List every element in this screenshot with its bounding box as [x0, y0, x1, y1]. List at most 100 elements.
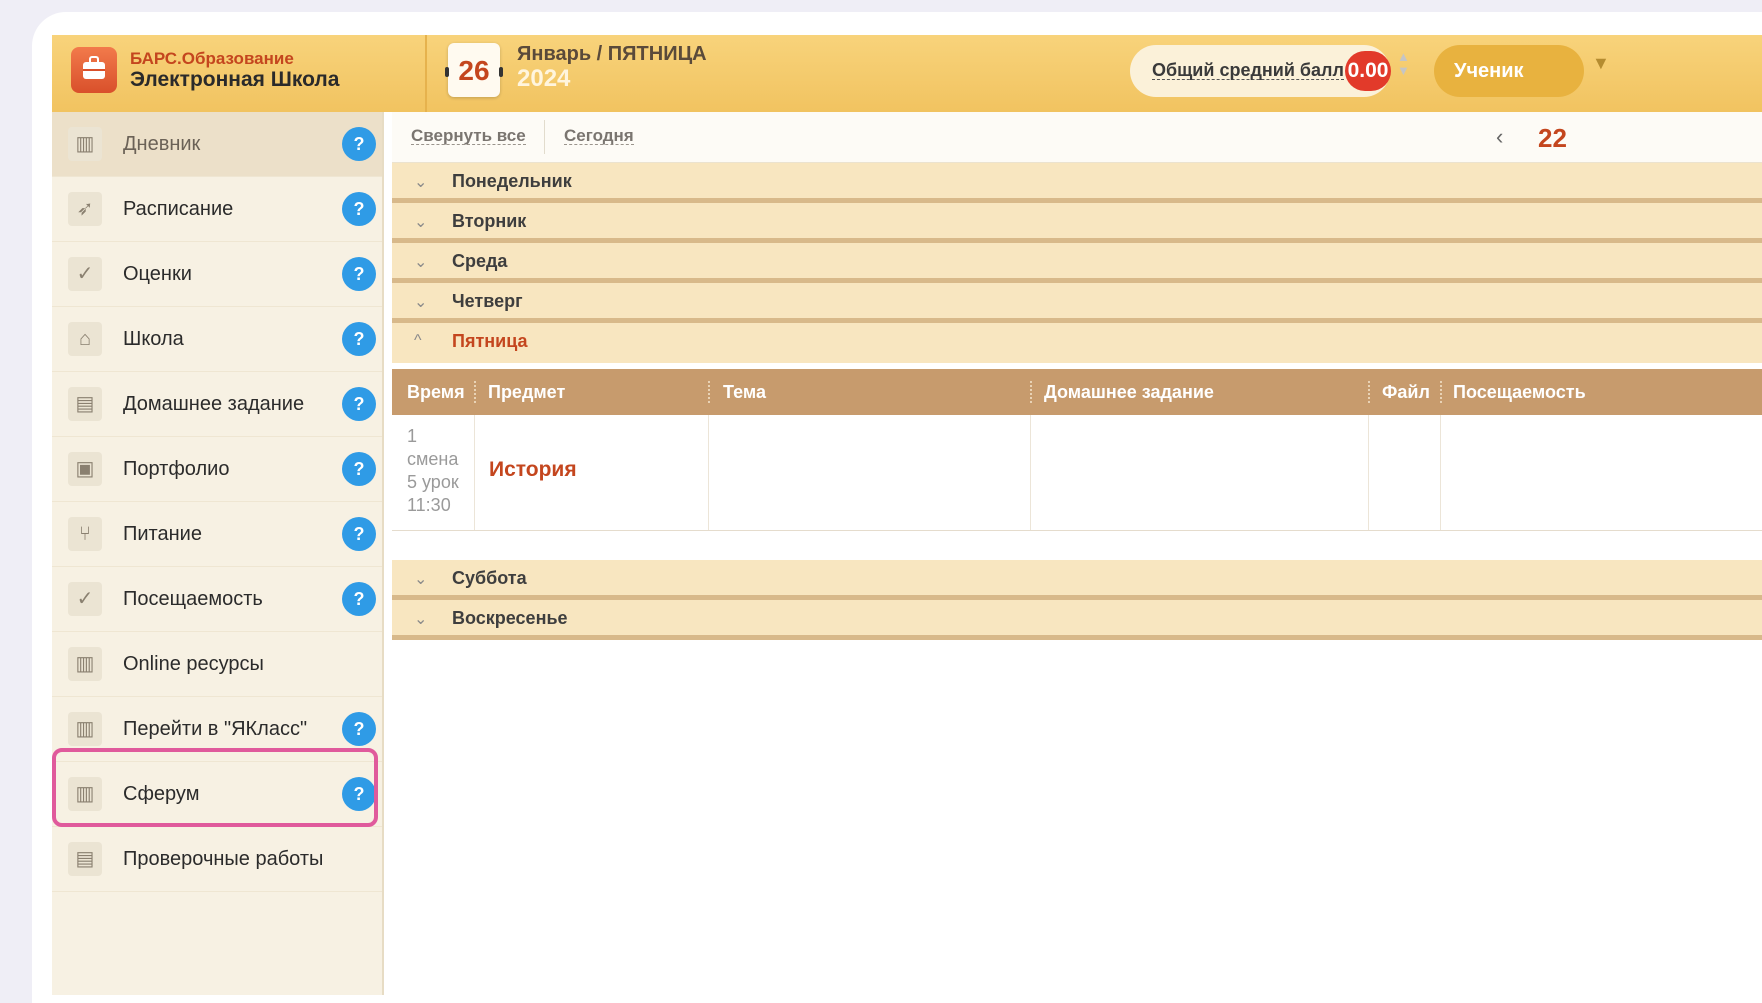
collapse-all-link[interactable]: Свернуть все: [411, 127, 526, 145]
rocket-icon: ➶: [68, 192, 102, 226]
chevron-up-icon: ^: [414, 332, 422, 349]
sidebar-item-label: Дневник: [123, 133, 201, 155]
calendar-date[interactable]: 26: [445, 43, 503, 97]
day-monday[interactable]: ⌄ Понедельник: [392, 163, 1762, 203]
help-icon[interactable]: ?: [342, 387, 376, 421]
today-link[interactable]: Сегодня: [564, 127, 634, 145]
chevron-down-icon[interactable]: ▼: [1592, 53, 1610, 74]
help-icon[interactable]: ?: [342, 192, 376, 226]
book-icon: ▥: [68, 647, 102, 681]
average-score-label[interactable]: Общий средний балл: [1152, 61, 1344, 80]
brand-title: Электронная Школа: [130, 68, 340, 91]
cutlery-icon: ⑂: [68, 517, 102, 551]
help-icon[interactable]: ?: [342, 517, 376, 551]
chevron-down-icon: ⌄: [414, 214, 428, 231]
logo[interactable]: БАРС.Образование Электронная Школа: [52, 35, 427, 112]
day-saturday[interactable]: ⌄ Суббота: [392, 560, 1762, 600]
sidebar-item-label: Портфолио: [123, 458, 230, 480]
sidebar-item-diary[interactable]: ▥ Дневник ?: [52, 112, 382, 177]
chevron-down-icon: ⌄: [414, 611, 428, 628]
column-divider: [1368, 381, 1372, 403]
month-weekday: Январь / ПЯТНИЦА: [517, 43, 707, 65]
chevron-down-icon: ⌄: [414, 174, 428, 191]
sidebar-item-tests[interactable]: ▤ Проверочные работы: [52, 827, 382, 892]
column-header-file: Файл: [1382, 382, 1430, 402]
column-header-topic: Тема: [723, 382, 766, 402]
sidebar-item-portfolio[interactable]: ▣ Портфолио ?: [52, 437, 382, 502]
sidebar-item-label: Расписание: [123, 198, 234, 220]
day-wednesday[interactable]: ⌄ Среда: [392, 243, 1762, 283]
help-icon[interactable]: ?: [342, 452, 376, 486]
school-icon: ⌂: [68, 322, 102, 356]
column-divider: [474, 381, 478, 403]
column-divider: [708, 381, 712, 403]
cell-divider: [708, 415, 709, 530]
sidebar-item-online-resources[interactable]: ▥ Online ресурсы: [52, 632, 382, 697]
average-score-value: 0.00: [1345, 51, 1391, 91]
sidebar-item-attendance[interactable]: ✓ Посещаемость ?: [52, 567, 382, 632]
cell-divider: [1030, 415, 1031, 530]
sidebar-item-label: Оценки: [123, 263, 192, 285]
help-icon[interactable]: ?: [342, 712, 376, 746]
day-label: Суббота: [452, 568, 527, 588]
diary-toolbar: Свернуть все Сегодня ‹ 22: [392, 112, 1762, 163]
sidebar-item-food[interactable]: ⑂ Питание ?: [52, 502, 382, 567]
day-thursday[interactable]: ⌄ Четверг: [392, 283, 1762, 323]
sidebar-item-schedule[interactable]: ➶ Расписание ?: [52, 177, 382, 242]
help-icon[interactable]: ?: [342, 257, 376, 291]
lesson-subject-link[interactable]: История: [489, 458, 577, 482]
sort-arrows-icon[interactable]: ▲ ▼: [1397, 50, 1410, 78]
column-header-subject: Предмет: [488, 382, 566, 402]
board-icon: ▤: [68, 387, 102, 421]
diary-main: Свернуть все Сегодня ‹ 22 ⌄ Понедельник …: [392, 112, 1762, 995]
day-label: Воскресенье: [452, 608, 568, 628]
column-header-homework: Домашнее задание: [1044, 382, 1214, 402]
sidebar-item-label: Посещаемость: [123, 588, 263, 610]
check-icon: ✓: [68, 582, 102, 616]
average-score: Общий средний балл 0.00: [1130, 45, 1391, 97]
day-label: Четверг: [452, 291, 523, 311]
sidebar: ▥ Дневник ? ➶ Расписание ? ✓ Оценки ? ⌂ …: [52, 112, 384, 995]
day-label: Вторник: [452, 211, 527, 231]
year: 2024: [517, 65, 571, 92]
table-row: 1 смена 5 урок 11:30 История: [392, 415, 1762, 531]
sidebar-item-grades[interactable]: ✓ Оценки ?: [52, 242, 382, 307]
help-icon[interactable]: ?: [342, 582, 376, 616]
sidebar-item-label: Школа: [123, 328, 184, 350]
cell-divider: [474, 415, 475, 530]
cell-divider: [1440, 415, 1441, 530]
role-selector[interactable]: Ученик: [1434, 45, 1584, 97]
sidebar-item-label: Домашнее задание: [123, 393, 305, 415]
day-tuesday[interactable]: ⌄ Вторник: [392, 203, 1762, 243]
sidebar-item-label: Перейти в "ЯКласс": [123, 718, 308, 740]
day-label: Понедельник: [452, 171, 572, 191]
lessons-table-header: Время Предмет Тема Домашнее задание Файл…: [392, 369, 1762, 415]
day-label: Пятница: [452, 331, 528, 351]
cell-divider: [1368, 415, 1369, 530]
day-sunday[interactable]: ⌄ Воскресенье: [392, 600, 1762, 640]
sidebar-item-homework[interactable]: ▤ Домашнее задание ?: [52, 372, 382, 437]
book-icon: ▥: [68, 712, 102, 746]
divider: [544, 120, 545, 154]
help-icon[interactable]: ?: [342, 322, 376, 356]
day-friday[interactable]: ^ Пятница: [392, 323, 1762, 363]
chevron-left-icon[interactable]: ‹: [1496, 124, 1503, 150]
highlight-frame: [52, 748, 378, 827]
role-label: Ученик: [1454, 60, 1524, 82]
date-day: 26: [458, 55, 490, 86]
sidebar-item-school[interactable]: ⌂ Школа ?: [52, 307, 382, 372]
document-icon: ▤: [68, 842, 102, 876]
column-header-time: Время: [407, 382, 465, 402]
top-header: БАРС.Образование Электронная Школа 26 Ян…: [52, 35, 1762, 112]
help-icon[interactable]: ?: [342, 127, 376, 161]
chevron-down-icon: ⌄: [414, 294, 428, 311]
chevron-down-icon: ⌄: [414, 254, 428, 271]
week-number: 22: [1538, 123, 1567, 153]
briefcase-icon: ▣: [68, 452, 102, 486]
column-divider: [1030, 381, 1034, 403]
column-header-attendance: Посещаемость: [1453, 382, 1586, 402]
app: БАРС.Образование Электронная Школа 26 Ян…: [52, 35, 1762, 995]
lesson-time: 1 смена 5 урок 11:30: [407, 426, 459, 515]
day-label: Среда: [452, 251, 508, 271]
check-icon: ✓: [68, 257, 102, 291]
